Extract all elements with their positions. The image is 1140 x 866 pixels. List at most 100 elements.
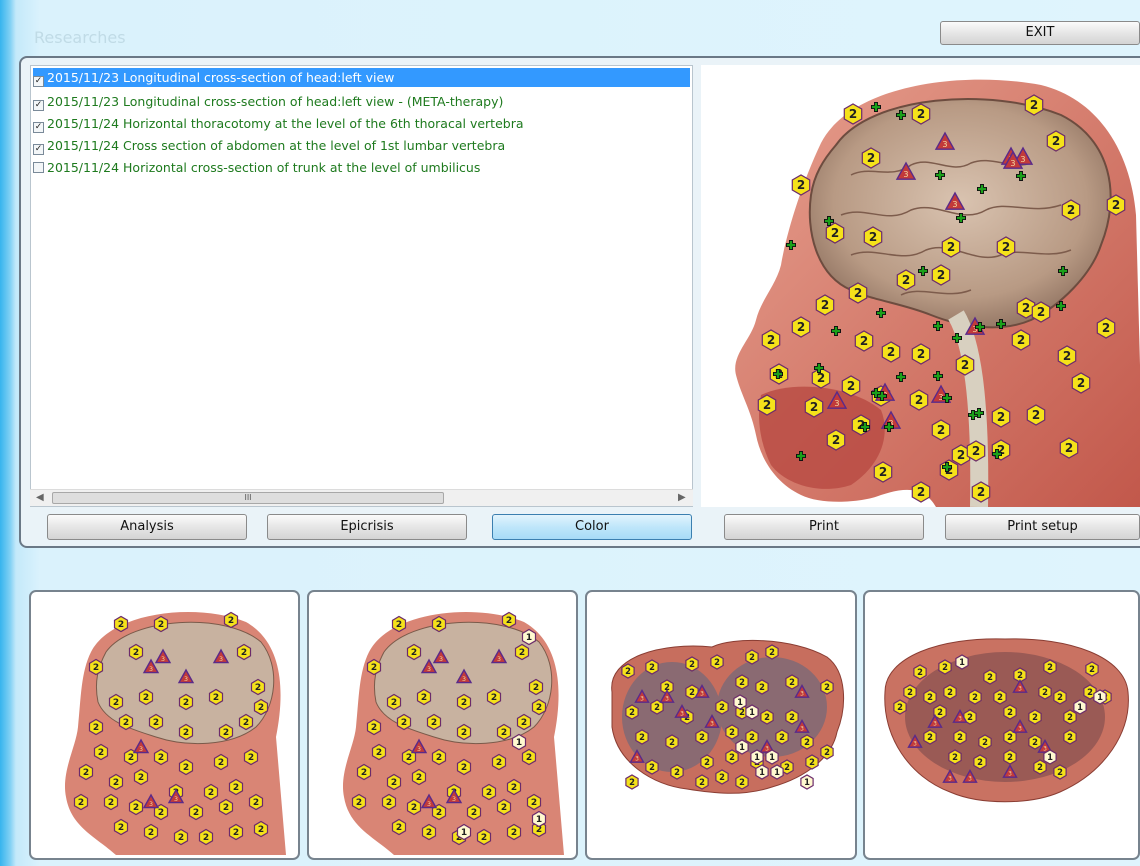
marker-hexagon: 1 xyxy=(770,764,784,780)
svg-text:2: 2 xyxy=(461,698,467,708)
svg-text:2: 2 xyxy=(674,767,680,777)
svg-text:2: 2 xyxy=(396,823,402,833)
svg-text:2: 2 xyxy=(739,677,745,687)
thumbnail-head-left[interactable]: 2222222222222222222222222222222222222222… xyxy=(29,590,300,860)
svg-text:2: 2 xyxy=(461,728,467,738)
item-date: 2015/11/23 xyxy=(47,70,120,85)
scrollbar-thumb[interactable]: III xyxy=(52,492,444,504)
svg-text:2: 2 xyxy=(1007,707,1013,717)
svg-text:2: 2 xyxy=(927,692,933,702)
svg-text:1: 1 xyxy=(461,828,467,838)
svg-text:2: 2 xyxy=(113,698,119,708)
list-item[interactable]: 2015/11/24 Horizontal cross-section of t… xyxy=(33,158,690,177)
list-item[interactable]: ✓ 2015/11/24 Horizontal thoracotomy at th… xyxy=(33,114,690,133)
marker-hexagon: 2 xyxy=(755,679,769,695)
marker-hexagon: 2 xyxy=(93,743,109,761)
svg-text:2: 2 xyxy=(431,718,437,728)
print-button[interactable]: Print xyxy=(724,514,924,540)
svg-text:1: 1 xyxy=(774,767,780,777)
svg-text:2: 2 xyxy=(749,732,755,742)
svg-text:2: 2 xyxy=(183,763,189,773)
item-date: 2015/11/24 xyxy=(47,138,120,153)
svg-text:2: 2 xyxy=(804,737,810,747)
marker-hexagon: 2 xyxy=(188,803,204,821)
marker-hexagon: 2 xyxy=(725,749,739,765)
svg-text:3: 3 xyxy=(219,656,223,663)
svg-text:2: 2 xyxy=(501,803,507,813)
svg-text:1: 1 xyxy=(769,752,775,762)
marker-hexagon: 2 xyxy=(909,389,929,411)
marker-hexagon: 2 xyxy=(466,803,482,821)
marker-hexagon: 2 xyxy=(253,820,269,838)
scroll-left-arrow-icon[interactable]: ◀ xyxy=(36,492,44,503)
svg-text:2: 2 xyxy=(763,398,771,412)
svg-text:2: 2 xyxy=(1063,349,1071,363)
svg-text:2: 2 xyxy=(937,268,945,282)
marker-hexagon: 2 xyxy=(133,768,149,786)
svg-text:3: 3 xyxy=(1008,772,1012,778)
marker-hexagon: 2 xyxy=(715,699,729,715)
marker-hexagon: 2 xyxy=(253,698,269,716)
marker-hexagon: 2 xyxy=(775,729,789,745)
exit-button[interactable]: EXIT xyxy=(940,21,1140,45)
marker-hexagon: 2 xyxy=(665,734,679,750)
svg-text:2: 2 xyxy=(78,798,84,808)
marker-hexagon: 2 xyxy=(991,439,1011,461)
svg-text:3: 3 xyxy=(149,801,153,808)
svg-text:2: 2 xyxy=(821,298,829,312)
svg-text:2: 2 xyxy=(533,683,539,693)
svg-text:2: 2 xyxy=(153,718,159,728)
svg-text:3: 3 xyxy=(640,697,644,703)
item-title: Longitudinal cross-section of head:left … xyxy=(123,94,504,109)
svg-text:2: 2 xyxy=(629,707,635,717)
svg-text:2: 2 xyxy=(248,753,254,763)
list-item[interactable]: ✓ 2015/11/24 Cross section of abdomen at … xyxy=(33,136,690,155)
color-button[interactable]: Color xyxy=(492,514,692,540)
marker-hexagon: 2 xyxy=(735,674,749,690)
marker-hexagon: 2 xyxy=(73,793,89,811)
marker-hexagon: 2 xyxy=(725,724,739,740)
checkbox-checked[interactable]: ✓ xyxy=(33,122,44,133)
checkbox-checked[interactable]: ✓ xyxy=(33,76,44,87)
marker-hexagon: 2 xyxy=(1063,709,1077,725)
scroll-right-arrow-icon[interactable]: ▶ xyxy=(678,492,686,503)
horizontal-scrollbar[interactable]: ◀ III ▶ xyxy=(30,489,693,506)
svg-text:2: 2 xyxy=(255,683,261,693)
marker-hexagon: 2 xyxy=(973,754,987,770)
thumbnail-head-meta-therapy[interactable]: 2222222222222222222222222222222222222222… xyxy=(307,590,578,860)
marker-hexagon: 2 xyxy=(371,743,387,761)
checkbox-checked[interactable]: ✓ xyxy=(33,100,44,111)
checkbox-unchecked[interactable] xyxy=(33,162,44,173)
analysis-button[interactable]: Analysis xyxy=(47,514,247,540)
marker-hexagon: 2 xyxy=(218,798,234,816)
svg-text:2: 2 xyxy=(1022,301,1030,315)
svg-text:2: 2 xyxy=(952,752,958,762)
list-item[interactable]: ✓ 2015/11/23 Longitudinal cross-section o… xyxy=(33,68,690,87)
print-setup-button[interactable]: Print setup xyxy=(945,514,1140,540)
svg-text:1: 1 xyxy=(754,752,760,762)
epicrisis-button[interactable]: Epicrisis xyxy=(267,514,467,540)
svg-text:2: 2 xyxy=(972,692,978,702)
list-item[interactable]: ✓ 2015/11/23 Longitudinal cross-section o… xyxy=(33,92,690,111)
svg-text:2: 2 xyxy=(769,647,775,657)
svg-text:3: 3 xyxy=(1010,158,1015,168)
svg-text:3: 3 xyxy=(149,666,153,673)
research-list[interactable]: ✓ 2015/11/23 Longitudinal cross-section o… xyxy=(30,65,693,507)
marker-hexagon: 2 xyxy=(996,236,1016,258)
svg-text:2: 2 xyxy=(519,648,525,658)
marker-hexagon: 2 xyxy=(386,773,402,791)
checkbox-checked[interactable]: ✓ xyxy=(33,144,44,155)
marker-hexagon: 2 xyxy=(128,798,144,816)
thumbnail-thorax[interactable]: 2222222222222222222222222222222222222233… xyxy=(585,590,857,860)
svg-text:2: 2 xyxy=(719,772,725,782)
svg-text:2: 2 xyxy=(158,753,164,763)
svg-text:3: 3 xyxy=(174,796,178,803)
marker-hexagon: 2 xyxy=(351,793,367,811)
svg-text:2: 2 xyxy=(218,758,224,768)
svg-text:2: 2 xyxy=(1017,333,1025,347)
marker-hexagon: 2 xyxy=(78,763,94,781)
svg-text:2: 2 xyxy=(1077,376,1085,390)
svg-text:3: 3 xyxy=(952,199,957,209)
thumbnail-abdomen[interactable]: 2222222222222222222222222222222233333333… xyxy=(863,590,1140,860)
svg-text:2: 2 xyxy=(113,778,119,788)
